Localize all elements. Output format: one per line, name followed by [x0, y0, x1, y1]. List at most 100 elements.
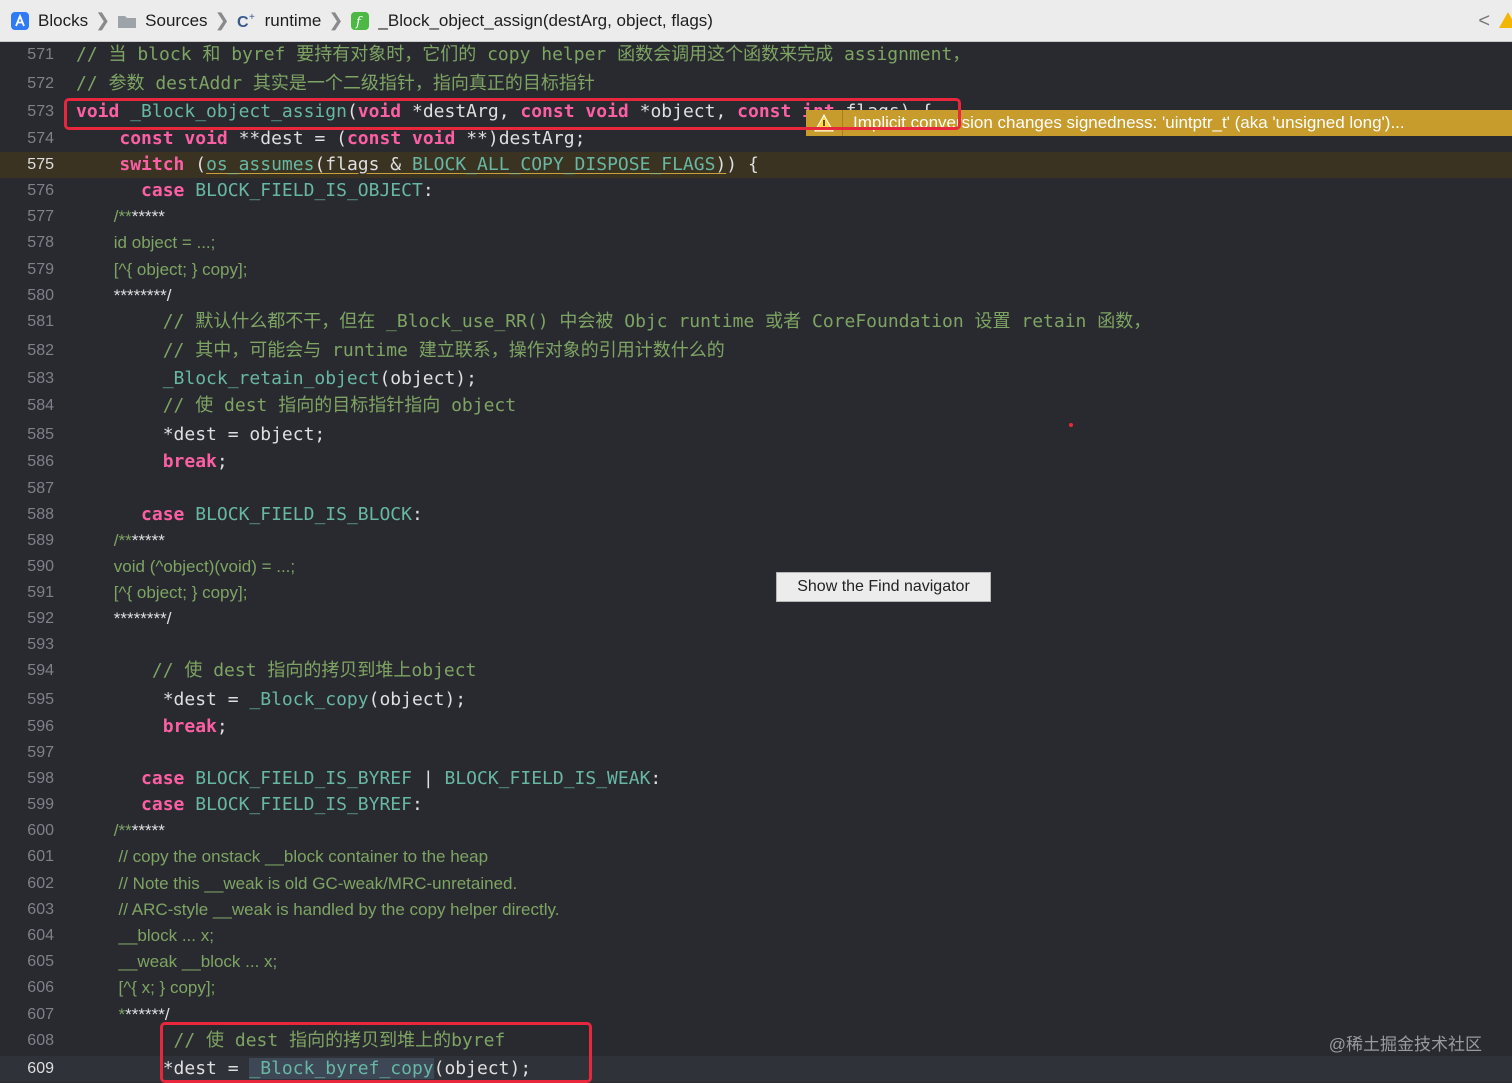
code-token: ) {	[726, 154, 759, 175]
line-number: 583	[27, 370, 54, 387]
code-line[interactable]: 598 case BLOCK_FIELD_IS_BYREF | BLOCK_FI…	[0, 766, 1512, 792]
line-number: 577	[27, 208, 54, 225]
line-number: 601	[27, 848, 54, 865]
code-text: // copy the onstack __block container to…	[76, 844, 489, 870]
breadcrumb-2[interactable]: C + runtime	[237, 0, 322, 42]
code-line[interactable]: 575 switch (os_assumes(flags & BLOCK_ALL…	[0, 152, 1512, 178]
code-line[interactable]: 578 id object = ...;	[0, 230, 1512, 256]
code-line[interactable]: 571 // 当 block 和 byref 要持有对象时，它们的 copy he…	[0, 42, 1512, 68]
code-line[interactable]: 576 case BLOCK_FIELD_IS_OBJECT:	[0, 178, 1512, 204]
code-token: // ARC-style __weak is handled by the co…	[76, 900, 560, 919]
line-number: 605	[27, 953, 54, 970]
code-token: // 使 dest 指向的目标指针指向 object	[76, 395, 517, 416]
code-line[interactable]: 582 // 其中，可能会与 runtime 建立联系，操作对象的引用计数什么的	[0, 338, 1512, 364]
warning-indicator-icon[interactable]	[1498, 11, 1512, 29]
code-line[interactable]: 603 // ARC-style __weak is handled by th…	[0, 897, 1512, 923]
line-number: 600	[27, 822, 54, 839]
code-line[interactable]: 599 case BLOCK_FIELD_IS_BYREF:	[0, 792, 1512, 818]
code-token: void	[184, 128, 228, 149]
line-number: 581	[27, 313, 54, 330]
code-token: // 参数 destAddr 其实是一个二级指针，指向真正的目标指针	[76, 73, 595, 94]
line-number: 609	[27, 1060, 54, 1077]
code-text: id object = ...;	[76, 230, 216, 256]
code-line[interactable]: 591 [^{ object; } copy];	[0, 580, 1512, 606]
code-line[interactable]: 590 void (^object)(void) = ...;	[0, 554, 1512, 580]
line-number: 594	[27, 662, 54, 679]
code-line[interactable]: 579 [^{ object; } copy];	[0, 257, 1512, 283]
code-line[interactable]: 586 break;	[0, 449, 1512, 475]
breadcrumb-3[interactable]: f _Block_object_assign(destArg, object, f…	[350, 0, 713, 42]
code-line[interactable]: 595 *dest = _Block_copy(object);	[0, 687, 1512, 713]
code-token: const	[119, 128, 174, 149]
code-text: // 使 dest 指向的目标指针指向 object	[76, 393, 516, 419]
code-line[interactable]: 581 // 默认什么都不干，但在 _Block_use_RR() 中会被 Ob…	[0, 309, 1512, 335]
code-token: case	[141, 768, 185, 789]
code-text: *******/	[76, 1002, 170, 1028]
code-token: id object = ...;	[76, 233, 216, 252]
code-line[interactable]: 596 break;	[0, 714, 1512, 740]
line-number: 596	[27, 718, 54, 735]
code-line[interactable]: 580 ********/	[0, 283, 1512, 309]
code-token: // Note this __weak is old GC-weak/MRC-u…	[76, 874, 518, 893]
code-line[interactable]: 593	[0, 632, 1512, 658]
code-text: case BLOCK_FIELD_IS_BYREF:	[76, 792, 423, 818]
code-token: __block ... x;	[76, 926, 214, 945]
code-line[interactable]: 605 __weak __block ... x;	[0, 949, 1512, 975]
code-token: void	[412, 128, 456, 149]
code-line[interactable]: 592 ********/	[0, 606, 1512, 632]
code-token: os_assumes	[206, 154, 315, 175]
breadcrumb-label: Sources	[145, 10, 208, 30]
code-text: /*******	[76, 528, 165, 554]
folder-icon	[117, 13, 137, 29]
line-number: 607	[27, 1006, 54, 1023]
code-token: // copy the onstack __block container to…	[76, 847, 489, 866]
back-arrow-icon[interactable]: <	[1478, 10, 1490, 33]
code-line[interactable]: 601 // copy the onstack __block containe…	[0, 844, 1512, 870]
code-line[interactable]: 584 // 使 dest 指向的目标指针指向 object	[0, 393, 1512, 419]
code-line[interactable]: 589 /*******	[0, 528, 1512, 554]
code-line[interactable]: 587	[0, 476, 1512, 502]
code-token: [^{ object; } copy];	[76, 260, 248, 279]
code-text: __weak __block ... x;	[76, 949, 278, 975]
line-number: 578	[27, 234, 54, 251]
code-line[interactable]: 577 /*******	[0, 204, 1512, 230]
code-token: BLOCK_FIELD_IS_BYREF	[195, 768, 412, 789]
code-text: *dest = object;	[76, 422, 326, 448]
function-icon: f	[350, 11, 370, 31]
code-token: (	[184, 154, 207, 175]
code-token: (object);	[379, 368, 477, 389]
line-number: 595	[27, 691, 54, 708]
line-number: 598	[27, 770, 54, 787]
code-text: void (^object)(void) = ...;	[76, 554, 295, 580]
line-number: 604	[27, 927, 54, 944]
code-line[interactable]: 572 // 参数 destAddr 其实是一个二级指针，指向真正的目标指针	[0, 71, 1512, 97]
code-token: **)destArg;	[455, 128, 586, 149]
line-number: 593	[27, 636, 54, 653]
code-line[interactable]: 597	[0, 740, 1512, 766]
line-number: 575	[27, 156, 54, 173]
code-token: *****	[131, 207, 165, 226]
code-text: ********/	[76, 283, 172, 309]
cursor-marker	[1069, 423, 1073, 427]
code-token: /**	[76, 531, 132, 550]
code-line[interactable]: 600 /*******	[0, 818, 1512, 844]
code-line[interactable]: 606 [^{ x; } copy];	[0, 975, 1512, 1001]
code-line[interactable]: 588 case BLOCK_FIELD_IS_BLOCK:	[0, 502, 1512, 528]
code-line[interactable]: 602 // Note this __weak is old GC-weak/M…	[0, 871, 1512, 897]
code-line[interactable]: 585 *dest = object;	[0, 422, 1512, 448]
breadcrumb-label: _Block_object_assign(destArg, object, fl…	[378, 10, 713, 30]
code-line[interactable]: 594 // 使 dest 指向的拷贝到堆上object	[0, 658, 1512, 684]
code-token: const	[346, 128, 402, 149]
breadcrumb-1[interactable]: Sources	[117, 0, 208, 42]
line-number: 587	[27, 480, 54, 497]
source-editor[interactable]: 571 // 当 block 和 byref 要持有对象时，它们的 copy he…	[0, 42, 1512, 1083]
code-line[interactable]: 604 __block ... x;	[0, 923, 1512, 949]
code-token: *dest = object;	[76, 424, 326, 445]
code-line[interactable]: 583 _Block_retain_object(object);	[0, 366, 1512, 392]
breadcrumb-0[interactable]: Blocks	[10, 0, 88, 42]
